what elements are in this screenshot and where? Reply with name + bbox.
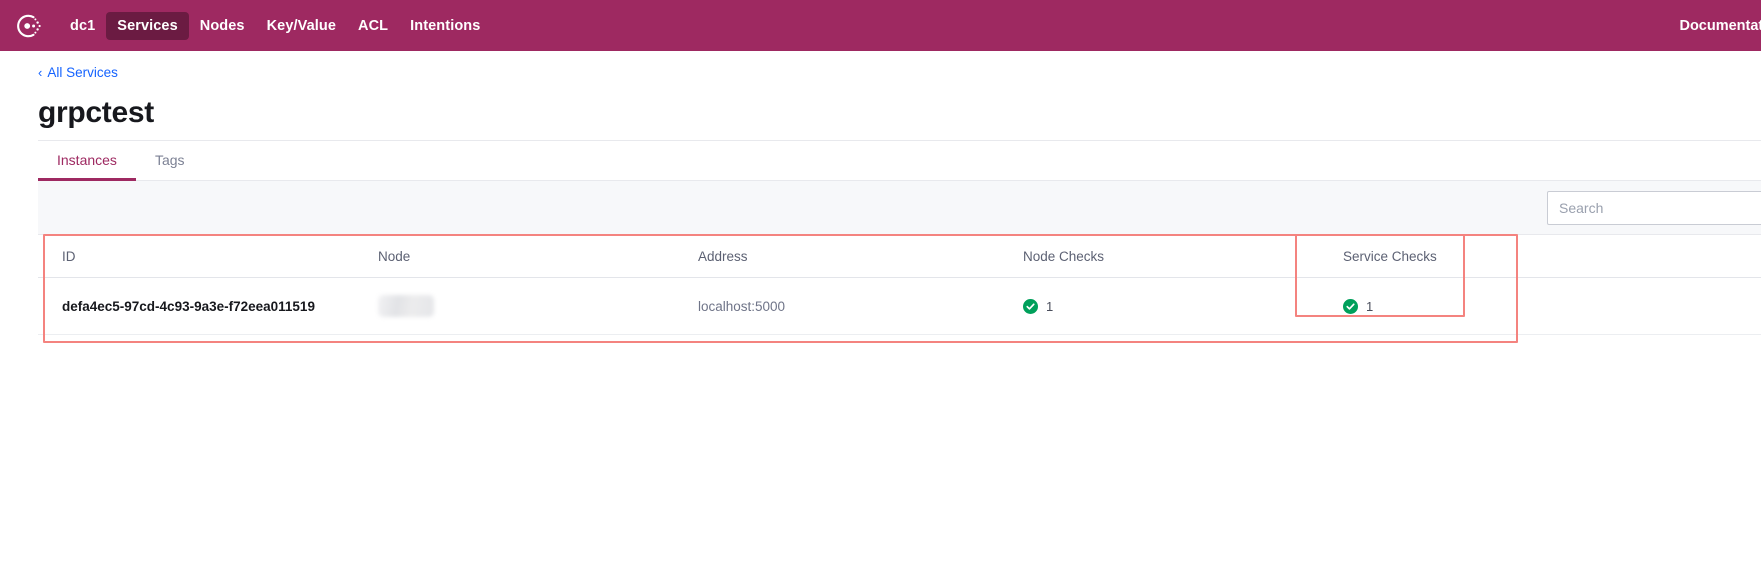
column-header-node-checks[interactable]: Node Checks xyxy=(1023,235,1343,278)
nav-item-datacenter[interactable]: dc1 xyxy=(59,12,106,40)
cell-id[interactable]: defa4ec5-97cd-4c93-9a3e-f72eea011519 xyxy=(38,277,378,335)
table-row[interactable]: defa4ec5-97cd-4c93-9a3e-f72eea011519 loc… xyxy=(38,277,1761,335)
search-input[interactable] xyxy=(1559,199,1761,216)
cell-node-checks[interactable]: 1 xyxy=(1023,277,1343,335)
nav-right-group: Documentation xyxy=(1679,18,1761,34)
chevron-left-icon: ‹ xyxy=(38,65,43,80)
nav-item-key-value[interactable]: Key/Value xyxy=(256,12,347,40)
instances-table-wrapper: ID Node Address Node Checks Service Chec… xyxy=(38,234,1761,343)
check-circle-icon xyxy=(1023,298,1038,314)
top-navigation-bar: dc1 Services Nodes Key/Value ACL Intenti… xyxy=(0,0,1761,51)
cell-address: localhost:5000 xyxy=(698,277,1023,335)
column-header-spacer xyxy=(1543,235,1761,278)
service-checks-status: 1 xyxy=(1343,298,1543,314)
cell-spacer xyxy=(1543,277,1761,335)
node-checks-status: 1 xyxy=(1023,298,1343,314)
nav-item-documentation[interactable]: Documentation xyxy=(1679,18,1761,34)
tab-tags[interactable]: Tags xyxy=(136,141,204,181)
cell-service-checks[interactable]: 1 xyxy=(1343,277,1543,335)
column-header-service-checks[interactable]: Service Checks xyxy=(1343,235,1543,278)
column-header-node[interactable]: Node xyxy=(378,235,698,278)
page-title-section: grpctest xyxy=(38,96,1761,141)
tab-instances[interactable]: Instances xyxy=(38,141,136,181)
search-box[interactable] xyxy=(1547,190,1761,225)
table-toolbar xyxy=(38,181,1761,235)
consul-logo-icon[interactable] xyxy=(13,11,43,41)
breadcrumb-all-services[interactable]: ‹ All Services xyxy=(38,65,118,80)
nav-item-intentions[interactable]: Intentions xyxy=(399,12,491,40)
redacted-node-value xyxy=(378,295,434,317)
cell-node[interactable] xyxy=(378,277,698,335)
nav-item-services[interactable]: Services xyxy=(106,11,189,40)
breadcrumb-label: All Services xyxy=(47,65,118,80)
page-content: ‹ All Services grpctest Instances Tags I… xyxy=(0,51,1761,343)
check-circle-icon xyxy=(1343,298,1358,314)
table-header-row: ID Node Address Node Checks Service Chec… xyxy=(38,235,1761,278)
column-header-address[interactable]: Address xyxy=(698,235,1023,278)
tab-bar: Instances Tags xyxy=(38,141,1761,181)
nav-item-acl[interactable]: ACL xyxy=(347,12,399,40)
column-header-id[interactable]: ID xyxy=(38,235,378,278)
nav-item-nodes[interactable]: Nodes xyxy=(189,12,256,40)
service-checks-count: 1 xyxy=(1366,298,1374,314)
table-head: ID Node Address Node Checks Service Chec… xyxy=(38,235,1761,278)
page-title: grpctest xyxy=(38,96,154,129)
instances-table: ID Node Address Node Checks Service Chec… xyxy=(38,235,1761,335)
node-checks-count: 1 xyxy=(1046,298,1054,314)
table-body: defa4ec5-97cd-4c93-9a3e-f72eea011519 loc… xyxy=(38,277,1761,335)
nav-items: dc1 Services Nodes Key/Value ACL Intenti… xyxy=(59,11,491,40)
